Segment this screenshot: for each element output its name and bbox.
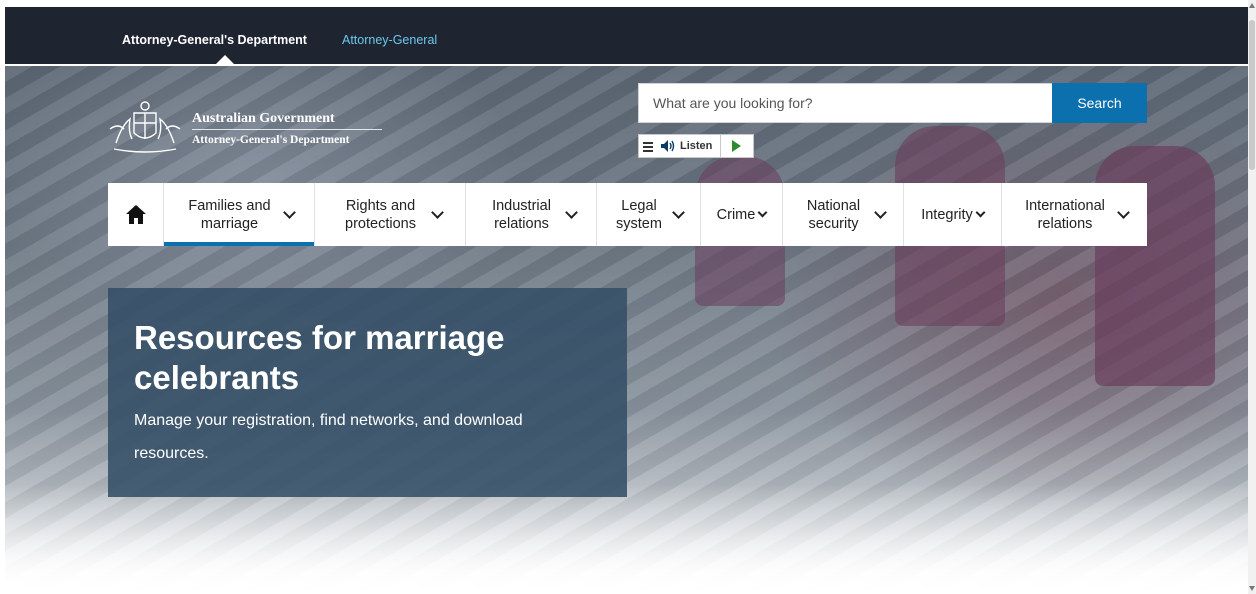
search-button[interactable]: Search	[1052, 83, 1147, 123]
hero-card: Resources for marriage celebrants Manage…	[108, 288, 627, 497]
nav-item-label: Crime	[716, 206, 756, 223]
home-icon	[125, 204, 146, 224]
search-input[interactable]	[638, 83, 1052, 123]
nav-item-national-security[interactable]: National security	[782, 183, 903, 246]
chevron-down-icon	[873, 205, 887, 219]
paper-figure-image	[1095, 146, 1215, 386]
nav-item-rights-and-protections[interactable]: Rights and protections	[314, 183, 465, 246]
main-navigation: Families and marriage Rights and protect…	[108, 183, 1147, 246]
coat-of-arms-icon	[109, 101, 181, 153]
nav-item-label: Industrial relations	[492, 197, 551, 232]
nav-item-label: Families and marriage	[188, 197, 271, 232]
listen-divider	[720, 135, 722, 157]
search-form: Search	[638, 83, 1147, 123]
chevron-down-icon	[672, 205, 685, 219]
hero-banner: Australian Government Attorney-General's…	[5, 66, 1249, 594]
chevron-down-icon	[1117, 205, 1130, 219]
page-frame: Attorney-General's Department Attorney-G…	[5, 7, 1249, 594]
active-tab-caret	[216, 55, 234, 64]
hero-description: Manage your registration, find networks,…	[134, 412, 523, 462]
scrollbar-thumb[interactable]	[1249, 20, 1255, 170]
listen-widget[interactable]: Listen	[638, 134, 754, 158]
menu-icon[interactable]	[642, 139, 656, 153]
site-logo[interactable]: Australian Government Attorney-General's…	[108, 99, 388, 159]
nav-item-label: Legal system	[616, 197, 662, 232]
chevron-down-icon	[757, 207, 768, 217]
nav-item-label: International relations	[1025, 197, 1105, 232]
nav-item-label: Integrity	[921, 206, 973, 223]
nav-item-legal-system[interactable]: Legal system	[596, 183, 700, 246]
top-bar: Attorney-General's Department Attorney-G…	[5, 7, 1249, 66]
nav-item-label: Rights and protections	[345, 197, 416, 232]
nav-item-industrial-relations[interactable]: Industrial relations	[465, 183, 596, 246]
government-name: Australian Government	[192, 111, 335, 126]
play-icon[interactable]	[732, 140, 742, 152]
logo-divider	[192, 129, 382, 130]
nav-item-label: National security	[806, 197, 861, 232]
scroll-up-icon[interactable]	[1249, 3, 1255, 8]
home-button[interactable]	[108, 183, 163, 246]
speaker-icon	[661, 140, 675, 152]
scroll-down-icon[interactable]	[1249, 586, 1255, 591]
nav-item-integrity[interactable]: Integrity	[903, 183, 1001, 246]
chevron-down-icon	[282, 205, 296, 219]
tab-attorney-general[interactable]: Attorney-General	[342, 33, 437, 47]
tab-attorney-generals-department[interactable]: Attorney-General's Department	[122, 33, 307, 47]
hero-title: Resources for marriage celebrants	[134, 319, 505, 396]
listen-label[interactable]: Listen	[680, 140, 712, 152]
nav-item-international-relations[interactable]: International relations	[1001, 183, 1147, 246]
chevron-down-icon	[430, 205, 444, 219]
nav-item-families-and-marriage[interactable]: Families and marriage	[163, 183, 314, 246]
nav-item-crime[interactable]: Crime	[700, 183, 782, 246]
page-scrollbar[interactable]	[1248, 0, 1256, 594]
chevron-down-icon	[975, 207, 986, 217]
hero-fade	[5, 484, 1249, 594]
department-name: Attorney-General's Department	[192, 134, 350, 146]
chevron-down-icon	[564, 205, 578, 219]
